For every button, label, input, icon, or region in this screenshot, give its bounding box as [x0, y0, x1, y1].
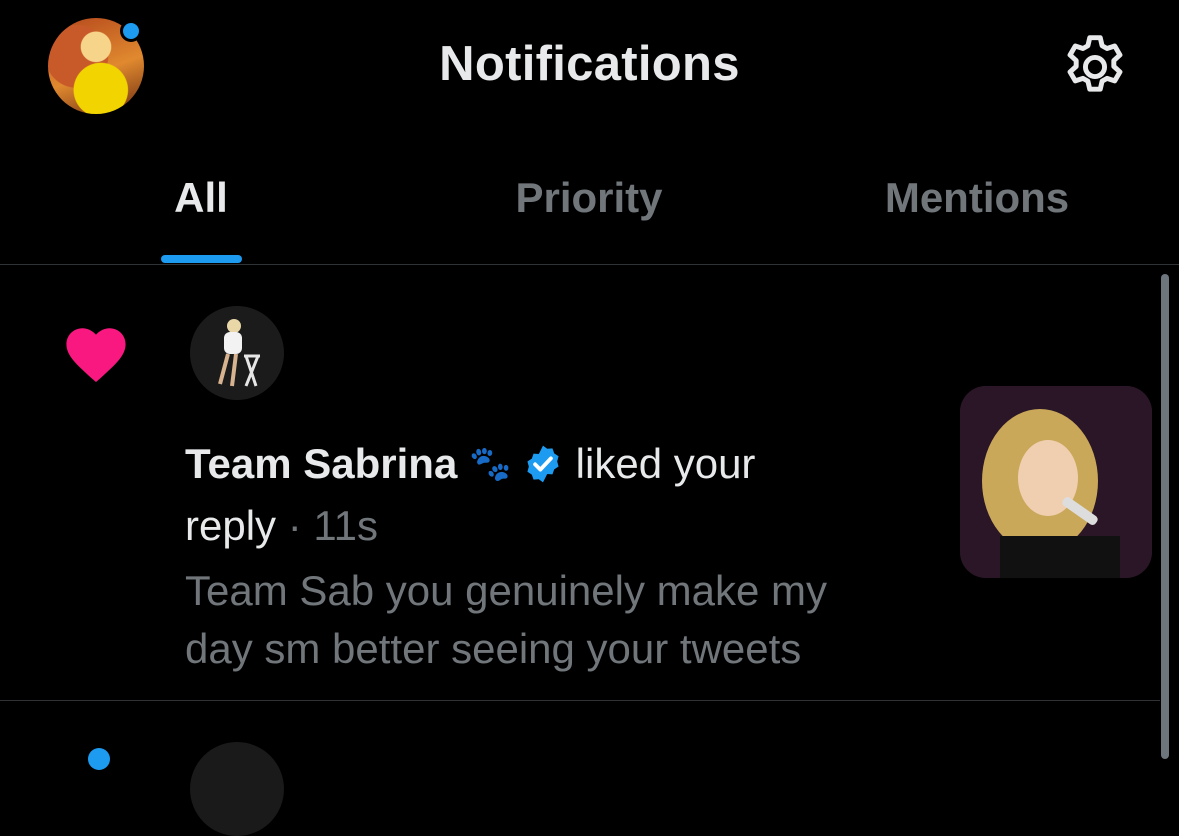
page-title: Notifications: [439, 37, 740, 91]
tab-priority[interactable]: Priority: [515, 174, 662, 222]
gear-icon[interactable]: [1058, 30, 1132, 104]
verified-badge-icon: [527, 445, 559, 483]
avatar-photo: [190, 306, 284, 400]
tab-mentions[interactable]: Mentions: [885, 174, 1069, 222]
top-header: Notifications: [0, 0, 1179, 135]
tabs-divider: [0, 264, 1179, 265]
notification-divider: [0, 700, 1160, 701]
notification-headline: Team Sabrina 🐾 liked your: [185, 440, 755, 488]
tab-all[interactable]: All: [174, 174, 228, 222]
next-notification-dot: [88, 748, 110, 770]
notification-reply-text: Team Sab you genuinely make my day sm be…: [185, 567, 827, 672]
user-avatar[interactable]: [190, 306, 284, 400]
notification-tabs: All Priority Mentions: [0, 150, 1179, 264]
notification-action: liked your: [575, 440, 756, 487]
scrollbar[interactable]: [1161, 274, 1169, 759]
paw-emoji: 🐾: [469, 445, 512, 483]
media-thumbnail[interactable]: [960, 386, 1152, 578]
heart-icon: [66, 328, 126, 383]
next-user-avatar[interactable]: [190, 742, 284, 836]
notification-action-object: reply: [185, 502, 277, 549]
active-tab-indicator: [161, 255, 242, 263]
notification-subline: reply · 11s: [185, 502, 378, 550]
separator: ·: [287, 502, 302, 549]
thumbnail-photo: [960, 386, 1152, 578]
timestamp: 11s: [313, 502, 378, 549]
user-name[interactable]: Team Sabrina: [185, 440, 457, 488]
